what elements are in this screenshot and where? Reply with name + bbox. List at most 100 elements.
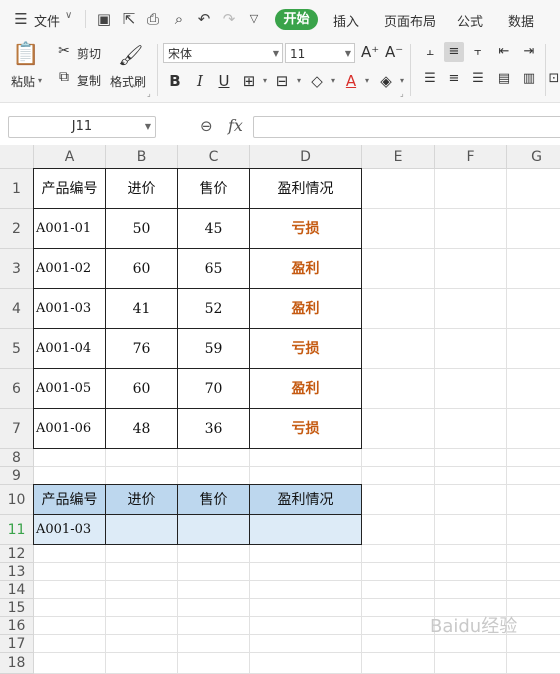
cell[interactable] — [435, 515, 507, 545]
cell[interactable] — [435, 249, 507, 289]
row-header-1[interactable]: 1 — [0, 169, 34, 209]
cell[interactable] — [250, 653, 362, 674]
cell[interactable] — [106, 599, 178, 617]
hamburger-menu-icon[interactable]: ☰ — [12, 10, 30, 28]
cell[interactable] — [106, 563, 178, 581]
lookup-header-cell[interactable]: 盈利情况 — [250, 485, 362, 515]
print-preview-icon[interactable]: ⌕ — [170, 10, 188, 28]
chevron-down-icon[interactable]: ∨ — [65, 10, 72, 21]
cell[interactable] — [250, 545, 362, 563]
cell[interactable] — [250, 449, 362, 467]
cell[interactable] — [507, 485, 560, 515]
justify-icon[interactable]: ▤ — [494, 69, 514, 89]
cell[interactable] — [34, 449, 106, 467]
table-cell[interactable]: A001-03 — [34, 289, 106, 329]
cell[interactable] — [106, 635, 178, 653]
undo-icon[interactable]: ↶ — [195, 10, 213, 28]
decrease-font-icon[interactable]: A⁻ — [385, 43, 403, 61]
cell[interactable] — [435, 409, 507, 449]
table-cell[interactable]: A001-05 — [34, 369, 106, 409]
merge-cells-icon[interactable]: ⊟ — [273, 71, 291, 91]
save-icon[interactable]: ▣ — [95, 10, 113, 28]
table-cell[interactable]: A001-02 — [34, 249, 106, 289]
export-icon[interactable]: ⇱ — [120, 10, 138, 28]
cell[interactable] — [507, 449, 560, 467]
cell[interactable] — [507, 467, 560, 485]
tab-data[interactable]: 数据 — [508, 11, 534, 30]
cell[interactable] — [362, 289, 435, 329]
column-header-b[interactable]: B — [106, 145, 178, 169]
cell[interactable] — [362, 485, 435, 515]
italic-button[interactable]: I — [191, 71, 209, 91]
customize-toolbar-icon[interactable]: ▽ — [245, 10, 263, 28]
row-header-7[interactable]: 7 — [0, 409, 34, 449]
cell[interactable] — [178, 545, 250, 563]
table-cell[interactable]: 45 — [178, 209, 250, 249]
lookup-cell[interactable] — [250, 515, 362, 545]
table-header-cell[interactable]: 产品编号 — [34, 169, 106, 209]
cell[interactable] — [362, 467, 435, 485]
lookup-id-cell[interactable]: A001-03 — [34, 515, 106, 545]
scissors-icon[interactable]: ✂ — [56, 43, 72, 59]
cell[interactable] — [178, 653, 250, 674]
underline-button[interactable]: U — [215, 71, 233, 91]
table-cell[interactable]: 41 — [106, 289, 178, 329]
cell[interactable] — [435, 449, 507, 467]
profit-status-cell[interactable]: 亏损 — [250, 209, 362, 249]
cell[interactable] — [34, 545, 106, 563]
cell[interactable] — [362, 169, 435, 209]
cell[interactable] — [34, 467, 106, 485]
table-cell[interactable]: A001-06 — [34, 409, 106, 449]
cell[interactable] — [507, 515, 560, 545]
cell[interactable] — [362, 515, 435, 545]
lookup-header-cell[interactable]: 售价 — [178, 485, 250, 515]
cell[interactable] — [178, 635, 250, 653]
font-size-select[interactable]: 11 ▼ — [285, 43, 355, 63]
align-middle-icon[interactable]: ≡ — [444, 42, 464, 62]
column-header-e[interactable]: E — [362, 145, 435, 169]
format-painter-button[interactable]: 格式刷 — [110, 73, 146, 90]
cell[interactable] — [435, 329, 507, 369]
row-header-12[interactable]: 12 — [0, 545, 34, 563]
align-center-icon[interactable]: ≡ — [444, 69, 464, 89]
cell[interactable] — [435, 369, 507, 409]
cell[interactable] — [435, 467, 507, 485]
distributed-align-icon[interactable]: ▥ — [519, 69, 539, 89]
align-bottom-icon[interactable]: ⫟ — [468, 42, 488, 62]
row-header-17[interactable]: 17 — [0, 635, 34, 653]
cell[interactable] — [507, 581, 560, 599]
zoom-icon[interactable]: ⊖ — [200, 117, 213, 135]
lookup-cell[interactable] — [106, 515, 178, 545]
table-cell[interactable]: 52 — [178, 289, 250, 329]
name-box[interactable]: J11 ▼ — [8, 116, 156, 138]
profit-status-cell[interactable]: 盈利 — [250, 369, 362, 409]
table-header-cell[interactable]: 售价 — [178, 169, 250, 209]
cell[interactable] — [362, 563, 435, 581]
align-top-icon[interactable]: ⫠ — [420, 42, 440, 62]
cell[interactable] — [507, 249, 560, 289]
cell[interactable] — [435, 545, 507, 563]
column-header-f[interactable]: F — [435, 145, 507, 169]
cell[interactable] — [178, 581, 250, 599]
chevron-down-icon[interactable]: ▾ — [358, 71, 376, 91]
formula-input[interactable] — [253, 116, 560, 138]
tab-page-layout[interactable]: 页面布局 — [384, 11, 436, 30]
column-header-a[interactable]: A — [34, 145, 106, 169]
cell[interactable] — [178, 449, 250, 467]
cell[interactable] — [250, 617, 362, 635]
cell[interactable] — [435, 289, 507, 329]
cell[interactable] — [507, 409, 560, 449]
cut-button[interactable]: 剪切 — [77, 45, 101, 62]
row-header-11[interactable]: 11 — [0, 515, 34, 545]
cell[interactable] — [507, 563, 560, 581]
row-header-5[interactable]: 5 — [0, 329, 34, 369]
paste-icon[interactable]: 📋 — [12, 42, 39, 68]
cell[interactable] — [435, 653, 507, 674]
profit-status-cell[interactable]: 盈利 — [250, 249, 362, 289]
cell[interactable] — [435, 209, 507, 249]
tab-formulas[interactable]: 公式 — [457, 11, 483, 30]
cell[interactable] — [362, 449, 435, 467]
column-header-d[interactable]: D — [250, 145, 362, 169]
chevron-down-icon[interactable]: ▾ — [290, 71, 308, 91]
table-cell[interactable]: 76 — [106, 329, 178, 369]
